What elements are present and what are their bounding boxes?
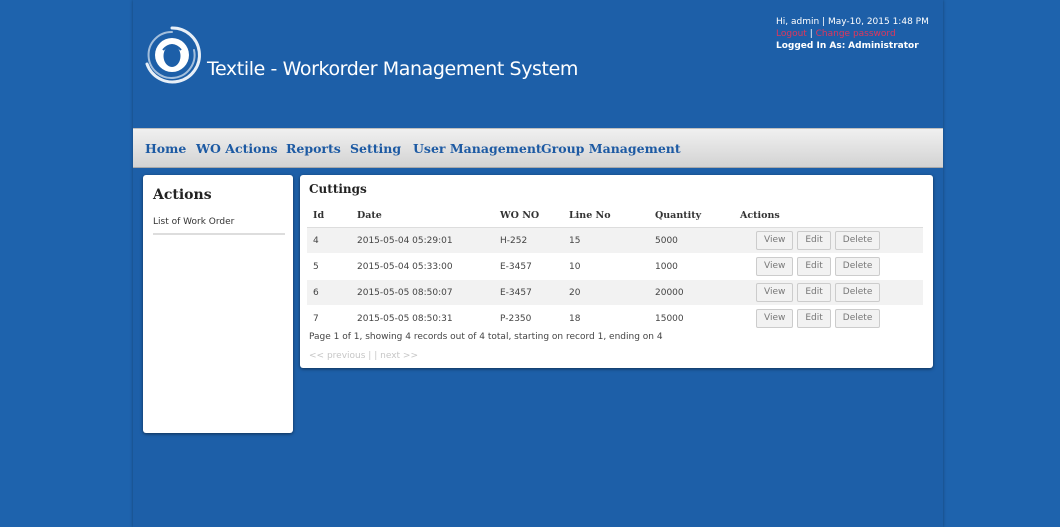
sidebar: Actions List of Work Order <box>143 175 293 433</box>
cell-line-no: 15 <box>563 227 649 254</box>
cell-actions: View Edit Delete <box>734 253 923 280</box>
cell-date: 2015-05-05 08:50:07 <box>351 279 494 306</box>
cell-quantity: 15000 <box>649 305 734 332</box>
table-row: 6 2015-05-05 08:50:07 E-3457 20 20000 Vi… <box>307 279 923 306</box>
edit-button[interactable]: Edit <box>797 231 831 250</box>
nav-home[interactable]: Home <box>145 141 186 156</box>
delete-button[interactable]: Delete <box>834 257 881 276</box>
cell-line-no: 10 <box>563 253 649 280</box>
table-header-row: Id Date WO NO Line No Quantity Actions <box>307 203 923 228</box>
pagination-links: << previous | | next >> <box>309 351 418 361</box>
delete-button[interactable]: Delete <box>834 283 881 302</box>
view-button[interactable]: View <box>756 231 794 250</box>
logout-link[interactable]: Logout <box>776 29 807 39</box>
table-row: 5 2015-05-04 05:33:00 E-3457 10 1000 Vie… <box>307 253 923 280</box>
swirl-logo-icon <box>145 26 201 84</box>
cell-actions: View Edit Delete <box>734 279 923 306</box>
edit-button[interactable]: Edit <box>797 309 831 328</box>
page-shell: Textile - Workorder Management System Hi… <box>133 0 943 527</box>
delete-button[interactable]: Delete <box>834 231 881 250</box>
nav-user-management[interactable]: User Management <box>413 141 542 156</box>
site-title: Textile - Workorder Management System <box>207 58 578 80</box>
column-header-actions: Actions <box>734 203 923 228</box>
column-header-id[interactable]: Id <box>307 203 351 228</box>
cell-id: 6 <box>307 279 351 306</box>
sidebar-item-list-of-work-order[interactable]: List of Work Order <box>153 217 285 235</box>
user-role: Administrator <box>848 41 919 51</box>
cell-actions: View Edit Delete <box>734 227 923 254</box>
nav-setting[interactable]: Setting <box>350 141 401 156</box>
change-password-link[interactable]: Change password <box>816 29 896 39</box>
edit-button[interactable]: Edit <box>797 283 831 302</box>
column-header-date[interactable]: Date <box>351 203 494 228</box>
greeting-text: Hi, admin | May-10, 2015 1:48 PM <box>776 17 929 27</box>
previous-link[interactable]: << previous <box>309 351 365 361</box>
header: Textile - Workorder Management System Hi… <box>133 0 943 128</box>
nav-group-management[interactable]: Group Management <box>541 141 681 156</box>
cell-id: 5 <box>307 253 351 280</box>
edit-button[interactable]: Edit <box>797 257 831 276</box>
cell-actions: View Edit Delete <box>734 305 923 332</box>
column-header-line-no[interactable]: Line No <box>563 203 649 228</box>
cuttings-table: Id Date WO NO Line No Quantity Actions 4… <box>307 203 923 332</box>
cell-quantity: 20000 <box>649 279 734 306</box>
link-separator: | <box>809 29 813 39</box>
page-title: Cuttings <box>309 182 367 196</box>
cell-wo-no: P-2350 <box>494 305 563 332</box>
cell-wo-no: H-252 <box>494 227 563 254</box>
pagination-info: Page 1 of 1, showing 4 records out of 4 … <box>309 332 663 342</box>
cell-wo-no: E-3457 <box>494 253 563 280</box>
cell-id: 4 <box>307 227 351 254</box>
view-button[interactable]: View <box>756 309 794 328</box>
cell-date: 2015-05-05 08:50:31 <box>351 305 494 332</box>
column-header-wo-no[interactable]: WO NO <box>494 203 563 228</box>
logged-in-label: Logged In As: <box>776 41 846 51</box>
column-header-quantity[interactable]: Quantity <box>649 203 734 228</box>
cell-wo-no: E-3457 <box>494 279 563 306</box>
table-row: 7 2015-05-05 08:50:31 P-2350 18 15000 Vi… <box>307 305 923 332</box>
cell-id: 7 <box>307 305 351 332</box>
view-button[interactable]: View <box>756 283 794 302</box>
main-content: Cuttings Id Date WO NO Line No Quantity … <box>300 175 933 368</box>
cell-date: 2015-05-04 05:29:01 <box>351 227 494 254</box>
sidebar-title: Actions <box>153 187 212 203</box>
cell-date: 2015-05-04 05:33:00 <box>351 253 494 280</box>
table-row: 4 2015-05-04 05:29:01 H-252 15 5000 View… <box>307 227 923 254</box>
nav-reports[interactable]: Reports <box>286 141 341 156</box>
next-link[interactable]: | next >> <box>374 351 418 361</box>
cell-quantity: 5000 <box>649 227 734 254</box>
delete-button[interactable]: Delete <box>834 309 881 328</box>
cell-line-no: 20 <box>563 279 649 306</box>
cell-quantity: 1000 <box>649 253 734 280</box>
pager-separator: | <box>368 351 372 361</box>
main-nav: Home WO Actions Reports Setting User Man… <box>133 128 943 168</box>
user-info: Hi, admin | May-10, 2015 1:48 PM Logout … <box>776 16 929 52</box>
cell-line-no: 18 <box>563 305 649 332</box>
view-button[interactable]: View <box>756 257 794 276</box>
nav-wo-actions[interactable]: WO Actions <box>196 141 278 156</box>
